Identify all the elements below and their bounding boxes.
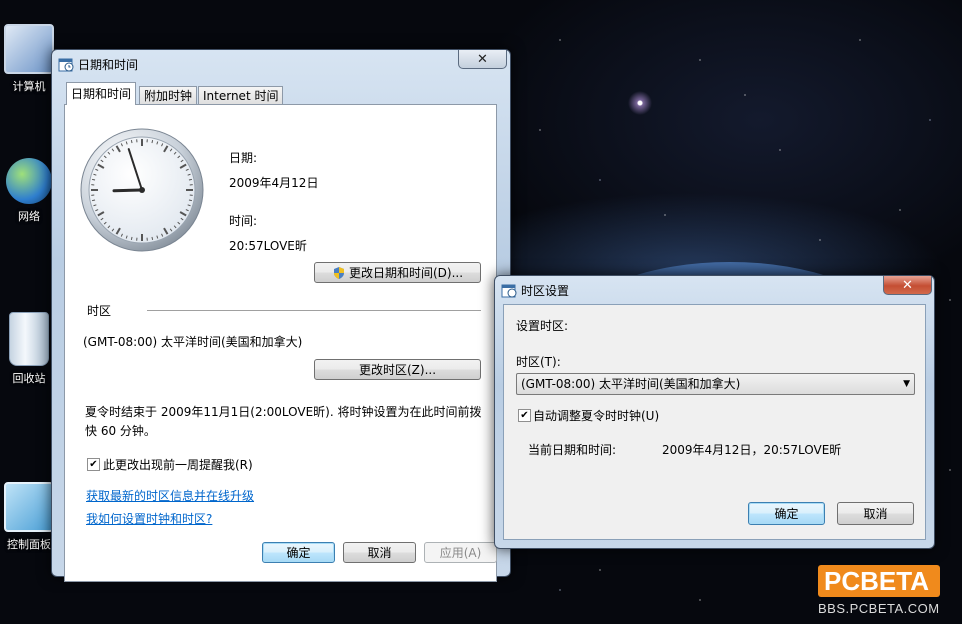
datetime-dialog: 日期和时间 ✕ 日期和时间 附加时钟 Internet 时间 日期: 2009年… xyxy=(51,49,511,582)
link-update-timezone[interactable]: 获取最新的时区信息并在线升级 xyxy=(86,487,254,504)
apply-button[interactable]: 应用(A) xyxy=(424,542,497,563)
timezone-select-value: (GMT-08:00) 太平洋时间(美国和加拿大) xyxy=(521,377,741,391)
timezone-field-label: 时区(T): xyxy=(516,355,561,369)
clock-minute-tick xyxy=(151,236,154,240)
desktop-icon-label: 回收站 xyxy=(12,372,46,385)
desktop-icon-control-panel[interactable]: 控制面板 xyxy=(4,482,54,552)
desktop-icon-label: 控制面板 xyxy=(7,538,51,551)
checkmark-icon: ✔ xyxy=(89,459,98,470)
control-panel-icon xyxy=(4,482,54,532)
close-icon: ✕ xyxy=(477,51,488,67)
computer-icon xyxy=(4,24,54,74)
close-icon: ✕ xyxy=(902,277,913,293)
change-timezone-button[interactable]: 更改时区(Z)... xyxy=(314,359,481,380)
dropdown-arrow-icon: ▼ xyxy=(903,379,910,389)
tab-date-time[interactable]: 日期和时间 xyxy=(66,82,137,105)
watermark-url: BBS.PCBETA.COM xyxy=(818,601,940,616)
timezone-titlebar[interactable]: 时区设置 ✕ xyxy=(495,276,934,304)
remind-checkbox[interactable]: ✔ xyxy=(87,458,100,471)
timezone-value: (GMT-08:00) 太平洋时间(美国和加拿大) xyxy=(83,335,303,349)
change-datetime-button[interactable]: 更改日期和时间(D)... xyxy=(314,262,481,283)
globe-icon xyxy=(6,158,52,204)
set-timezone-label: 设置时区: xyxy=(516,319,569,333)
analog-clock xyxy=(80,128,204,252)
timezone-dialog: 时区设置 ✕ 设置时区: 时区(T): (GMT-08:00) 太平洋时间(美国… xyxy=(494,275,935,549)
tab-internet-time[interactable]: Internet 时间 xyxy=(198,86,284,105)
close-button[interactable]: ✕ xyxy=(458,50,507,69)
timezone-app-icon xyxy=(501,284,517,298)
current-datetime-label: 当前日期和时间: xyxy=(528,443,617,457)
clock-minute-tick xyxy=(188,178,192,181)
tab-additional-clocks[interactable]: 附加时钟 xyxy=(139,86,198,105)
auto-dst-label[interactable]: 自动调整夏令时时钟(U) xyxy=(533,407,659,424)
close-button[interactable]: ✕ xyxy=(883,276,932,295)
shield-icon xyxy=(333,266,344,279)
desktop-icon-computer[interactable]: 计算机 xyxy=(4,24,54,94)
timezone-title: 时区设置 xyxy=(521,284,570,298)
link-help-clock[interactable]: 我如何设置时钟和时区? xyxy=(86,510,212,527)
clock-minute-tick xyxy=(92,178,96,181)
tz-cancel-button[interactable]: 取消 xyxy=(837,502,914,525)
clock-minute-tick xyxy=(130,236,133,240)
clock-hour-hand xyxy=(112,188,144,193)
desktop-icon-label: 网络 xyxy=(18,210,40,223)
desktop-icon-label: 计算机 xyxy=(12,80,46,93)
datetime-title: 日期和时间 xyxy=(78,58,139,72)
clock-minute-tick xyxy=(92,199,96,202)
desktop-icon-recycle-bin[interactable]: 回收站 xyxy=(4,312,54,386)
time-value: 20:57LOVE昕 xyxy=(229,239,307,253)
datetime-titlebar[interactable]: 日期和时间 ✕ xyxy=(52,50,510,78)
change-datetime-label: 更改日期和时间(D)... xyxy=(348,266,464,280)
tz-ok-button[interactable]: 确定 xyxy=(748,502,825,525)
datetime-tab-page: 日期: 2009年4月12日 时间: 20:57LOVE昕 更改日期和时间(D)… xyxy=(64,104,497,582)
remind-checkbox-label[interactable]: 此更改出现前一周提醒我(R) xyxy=(103,456,253,473)
clock-minute-tick xyxy=(188,199,192,202)
date-value: 2009年4月12日 xyxy=(229,176,319,190)
pcbeta-watermark: PCBETA BBS.PCBETA.COM xyxy=(818,565,940,616)
ok-button[interactable]: 确定 xyxy=(262,542,335,563)
current-datetime-value: 2009年4月12日，20:57LOVE昕 xyxy=(662,443,842,457)
recycle-bin-icon xyxy=(9,312,49,366)
dst-notice-line1: 夏令时结束于 2009年11月1日(2:00LOVE昕). 将时钟设置为在此时间… xyxy=(85,405,482,419)
watermark-brand: PCBETA xyxy=(818,565,940,597)
date-label: 日期: xyxy=(229,151,258,165)
timezone-divider xyxy=(147,310,481,311)
cancel-button[interactable]: 取消 xyxy=(343,542,416,563)
timezone-section-title: 时区 xyxy=(87,304,112,318)
timezone-client-area: 设置时区: 时区(T): (GMT-08:00) 太平洋时间(美国和加拿大) ▼… xyxy=(503,304,926,540)
clock-minute-tick xyxy=(130,140,133,144)
time-label: 时间: xyxy=(229,214,258,228)
timezone-select[interactable]: (GMT-08:00) 太平洋时间(美国和加拿大) ▼ xyxy=(516,373,915,395)
auto-dst-checkbox[interactable]: ✔ xyxy=(518,409,531,422)
clock-minute-tick xyxy=(151,140,154,144)
checkmark-icon: ✔ xyxy=(520,410,529,421)
dst-notice-line2: 快 60 分钟。 xyxy=(85,424,156,438)
datetime-app-icon xyxy=(58,58,74,72)
desktop-icon-network[interactable]: 网络 xyxy=(4,158,54,224)
